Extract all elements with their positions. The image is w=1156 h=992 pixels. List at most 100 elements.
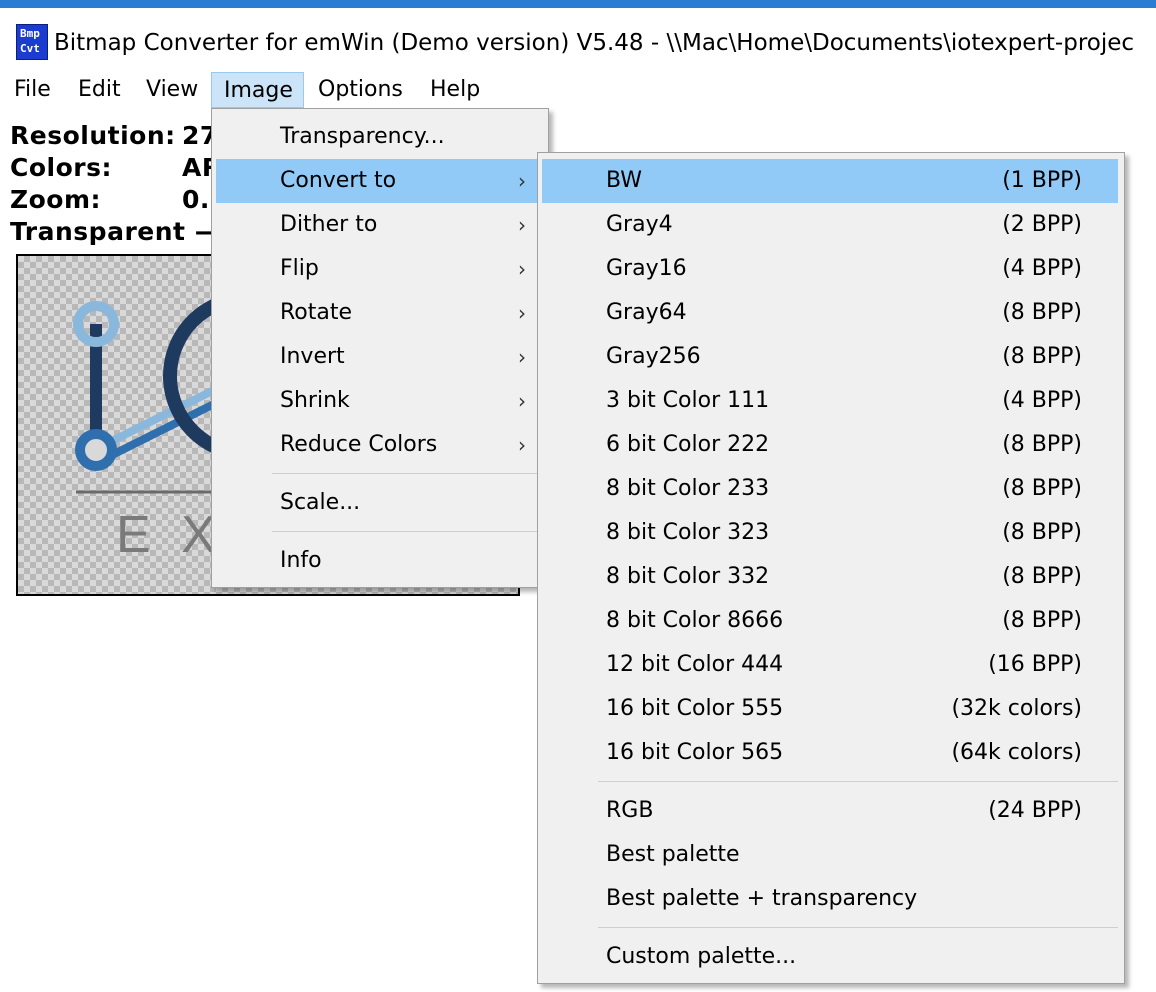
resolution-row: Resolution: 27: [10, 120, 218, 152]
title-bar[interactable]: Bmp Cvt Bitmap Converter for emWin (Demo…: [0, 8, 1156, 72]
app-icon[interactable]: Bmp Cvt: [16, 24, 48, 60]
convert-item-color-565[interactable]: 16 bit Color 565 (64k colors): [542, 731, 1118, 775]
convert-item-rgb[interactable]: RGB (24 BPP): [542, 789, 1118, 833]
submenu-arrow-icon: ›: [518, 301, 526, 325]
convert-item-gray4[interactable]: Gray4 (2 BPP): [542, 203, 1118, 247]
menu-item-label: Flip: [280, 256, 319, 281]
menu-image[interactable]: Image: [211, 72, 304, 108]
convert-item-color-555[interactable]: 16 bit Color 555 (32k colors): [542, 687, 1118, 731]
menu-item-label: Reduce Colors: [280, 432, 438, 457]
submenu-separator: [598, 927, 1118, 928]
convert-item-gray64[interactable]: Gray64 (8 BPP): [542, 291, 1118, 335]
convert-item-gray256[interactable]: Gray256 (8 BPP): [542, 335, 1118, 379]
convert-item-color-323[interactable]: 8 bit Color 323 (8 BPP): [542, 511, 1118, 555]
window-top-border: [0, 0, 1156, 8]
menu-item-scale[interactable]: Scale...: [216, 481, 540, 525]
resolution-label: Resolution:: [10, 121, 176, 150]
menu-bar: File Edit View Image Options Help: [0, 72, 1156, 110]
menu-item-flip[interactable]: Flip ›: [216, 247, 540, 291]
menu-item-label: Transparency...: [280, 124, 445, 149]
convert-item-format: (16 BPP): [988, 652, 1082, 677]
convert-item-label: 3 bit Color 111: [606, 388, 770, 413]
convert-item-label: 6 bit Color 222: [606, 432, 770, 457]
convert-item-label: Gray64: [606, 300, 687, 325]
convert-item-bw[interactable]: BW (1 BPP): [542, 159, 1118, 203]
menu-item-label: Rotate: [280, 300, 353, 325]
convert-item-label: 16 bit Color 555: [606, 696, 784, 721]
convert-item-format: (1 BPP): [1002, 168, 1082, 193]
convert-item-custom-palette[interactable]: Custom palette...: [542, 935, 1118, 979]
convert-item-format: (8 BPP): [1002, 344, 1082, 369]
menu-item-reduce-colors[interactable]: Reduce Colors ›: [216, 423, 540, 467]
submenu-arrow-icon: ›: [518, 345, 526, 369]
convert-item-format: (8 BPP): [1002, 608, 1082, 633]
colors-label: Colors:: [10, 153, 112, 182]
convert-item-label: Gray16: [606, 256, 687, 281]
convert-item-color-233[interactable]: 8 bit Color 233 (8 BPP): [542, 467, 1118, 511]
convert-item-color-332[interactable]: 8 bit Color 332 (8 BPP): [542, 555, 1118, 599]
menu-item-label: Shrink: [280, 388, 350, 413]
submenu-separator: [598, 781, 1118, 782]
convert-item-label: 16 bit Color 565: [606, 740, 784, 765]
convert-item-color-8666[interactable]: 8 bit Color 8666 (8 BPP): [542, 599, 1118, 643]
app-icon-text-top: Bmp: [20, 27, 40, 40]
convert-item-label: Gray256: [606, 344, 701, 369]
logo-bottom-node: [75, 429, 117, 471]
menu-file[interactable]: File: [2, 72, 63, 108]
window-title: Bitmap Converter for emWin (Demo version…: [54, 30, 1134, 56]
convert-item-label: Gray4: [606, 212, 673, 237]
convert-item-format: (8 BPP): [1002, 520, 1082, 545]
menu-help[interactable]: Help: [418, 72, 492, 108]
menu-item-transparency[interactable]: Transparency...: [216, 115, 546, 159]
convert-item-label: 8 bit Color 332: [606, 564, 770, 589]
zoom-label: Zoom:: [10, 185, 102, 214]
submenu-arrow-icon: ›: [518, 257, 526, 281]
convert-item-format: (4 BPP): [1002, 388, 1082, 413]
menu-item-rotate[interactable]: Rotate ›: [216, 291, 540, 335]
convert-item-format: (4 BPP): [1002, 256, 1082, 281]
submenu-arrow-icon: ›: [518, 433, 526, 457]
convert-item-format: (8 BPP): [1002, 476, 1082, 501]
convert-item-label: Best palette + transparency: [606, 886, 918, 911]
menu-item-label: Convert to: [280, 168, 397, 193]
convert-item-format: (32k colors): [951, 696, 1082, 721]
menu-separator: [272, 473, 538, 474]
convert-item-color-222[interactable]: 6 bit Color 222 (8 BPP): [542, 423, 1118, 467]
submenu-arrow-icon: ›: [518, 389, 526, 413]
menu-item-label: Scale...: [280, 490, 361, 515]
convert-item-label: BW: [606, 168, 643, 193]
transparent-row: Transparent —: [10, 216, 220, 248]
submenu-arrow-icon: ›: [518, 169, 526, 193]
menu-view[interactable]: View: [134, 72, 210, 108]
menu-item-invert[interactable]: Invert ›: [216, 335, 540, 379]
convert-item-format: (24 BPP): [988, 798, 1082, 823]
convert-item-color-111[interactable]: 3 bit Color 111 (4 BPP): [542, 379, 1118, 423]
convert-item-label: 8 bit Color 233: [606, 476, 770, 501]
menu-item-label: Info: [280, 548, 322, 573]
menu-item-dither-to[interactable]: Dither to ›: [216, 203, 540, 247]
convert-item-format: (8 BPP): [1002, 432, 1082, 457]
convert-item-best-palette-transparency[interactable]: Best palette + transparency: [542, 877, 1118, 921]
convert-item-label: Best palette: [606, 842, 740, 867]
convert-item-format: (8 BPP): [1002, 564, 1082, 589]
menu-item-convert-to[interactable]: Convert to ›: [216, 159, 540, 203]
colors-row: Colors: AR: [10, 152, 222, 184]
convert-item-label: 8 bit Color 8666: [606, 608, 784, 633]
convert-item-format: (64k colors): [951, 740, 1082, 765]
convert-item-label: RGB: [606, 798, 654, 823]
convert-item-color-444[interactable]: 12 bit Color 444 (16 BPP): [542, 643, 1118, 687]
menu-item-shrink[interactable]: Shrink ›: [216, 379, 540, 423]
menu-options[interactable]: Options: [306, 72, 415, 108]
convert-item-format: (2 BPP): [1002, 212, 1082, 237]
transparent-label: Transparent: [10, 217, 186, 246]
menu-item-info[interactable]: Info: [216, 539, 540, 583]
image-menu: Transparency... Convert to › Dither to ›…: [211, 108, 549, 588]
convert-item-gray16[interactable]: Gray16 (4 BPP): [542, 247, 1118, 291]
convert-item-label: Custom palette...: [606, 944, 797, 969]
zoom-row: Zoom: 0.5: [10, 184, 228, 216]
convert-item-best-palette[interactable]: Best palette: [542, 833, 1118, 877]
menu-item-label: Dither to: [280, 212, 378, 237]
logo-dark-link: [108, 398, 220, 460]
menu-edit[interactable]: Edit: [66, 72, 133, 108]
logo-partial-text: E X: [116, 506, 224, 564]
